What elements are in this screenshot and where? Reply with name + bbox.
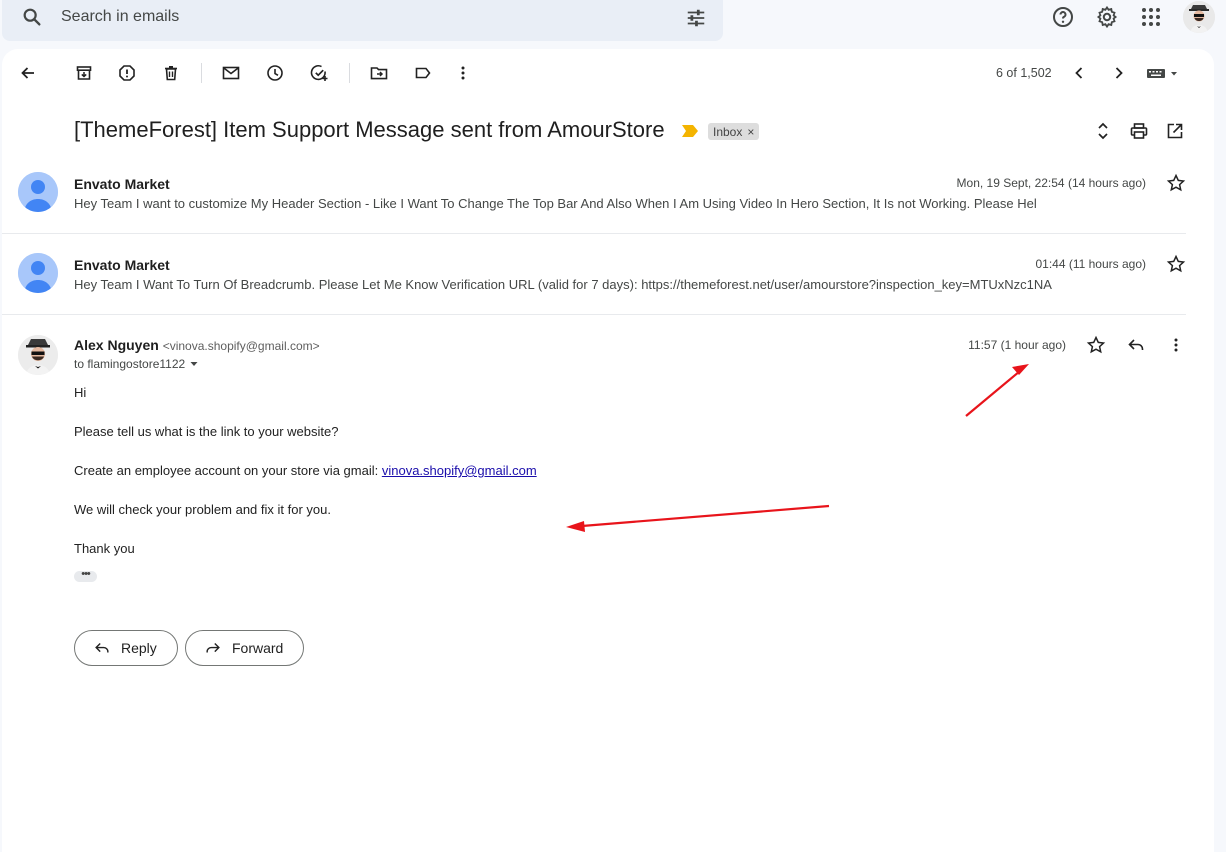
snooze-clock-icon[interactable] [265, 63, 285, 83]
archive-icon[interactable] [74, 63, 94, 83]
important-marker-icon[interactable] [682, 125, 698, 137]
forward-button[interactable]: Forward [185, 630, 305, 666]
forward-label: Forward [232, 640, 284, 656]
body-line-question: Please tell us what is the link to your … [74, 424, 339, 439]
body-line-fix: We will check your problem and fix it fo… [74, 502, 331, 517]
message-divider [2, 233, 1186, 234]
toolbar-divider [201, 63, 202, 83]
sender-avatar [18, 335, 58, 375]
sender-avatar [18, 172, 58, 212]
sender-avatar [18, 253, 58, 293]
search-bar[interactable]: Search in emails [2, 0, 723, 41]
recipient-text: to flamingostore1122 [74, 357, 186, 371]
star-icon[interactable] [1166, 254, 1186, 274]
search-input[interactable]: Search in emails [61, 8, 179, 26]
delete-trash-icon[interactable] [161, 63, 181, 83]
body-closing: Thank you [74, 541, 135, 556]
message-divider [2, 314, 1186, 315]
message-snippet: Hey Team I Want To Turn Of Breadcrumb. P… [74, 277, 1052, 292]
message-counter: 6 of 1,502 [996, 66, 1052, 80]
sender-name-text: Alex Nguyen [74, 337, 159, 353]
print-icon[interactable] [1129, 121, 1149, 141]
search-options-icon[interactable] [684, 7, 708, 29]
help-icon[interactable] [1051, 5, 1075, 29]
report-spam-icon[interactable] [117, 63, 137, 83]
label-tag-icon[interactable] [413, 63, 433, 83]
back-arrow-icon[interactable] [18, 63, 38, 83]
more-options-icon[interactable] [453, 63, 473, 83]
reply-button[interactable]: Reply [74, 630, 178, 666]
reply-icon [95, 642, 109, 653]
expand-all-icon[interactable] [1093, 121, 1113, 141]
recipients-line[interactable]: to flamingostore1122 [74, 357, 199, 371]
inbox-label-chip: Inbox × [708, 123, 760, 140]
sender-email: <vinova.shopify@gmail.com> [162, 339, 320, 353]
collapsed-message-1[interactable]: Envato Market Hey Team I want to customi… [2, 167, 1188, 233]
star-icon[interactable] [1166, 173, 1186, 193]
search-icon[interactable] [21, 6, 43, 28]
show-details-chevron-icon[interactable] [189, 359, 199, 369]
move-to-folder-icon[interactable] [369, 63, 389, 83]
star-icon[interactable] [1086, 335, 1106, 355]
apps-grid-icon[interactable] [1139, 5, 1163, 29]
settings-gear-icon[interactable] [1095, 5, 1119, 29]
remove-label-button[interactable]: × [747, 125, 754, 139]
add-to-tasks-icon[interactable] [309, 63, 329, 83]
email-link[interactable]: vinova.shopify@gmail.com [382, 463, 537, 478]
older-chevron-right-icon[interactable] [1109, 63, 1129, 83]
message-date: 11:57 (1 hour ago) [968, 338, 1066, 352]
body-line-account: Create an employee account on your store… [74, 463, 537, 478]
message-date: 01:44 (11 hours ago) [1035, 257, 1146, 271]
input-tools-keyboard-icon[interactable] [1146, 63, 1182, 83]
account-avatar[interactable] [1183, 1, 1215, 33]
inbox-label-text: Inbox [713, 124, 743, 139]
collapsed-message-2[interactable]: Envato Market Hey Team I Want To Turn Of… [2, 248, 1188, 314]
mark-unread-mail-icon[interactable] [221, 63, 241, 83]
open-in-new-window-icon[interactable] [1165, 121, 1185, 141]
toolbar-divider [349, 63, 350, 83]
body-greeting: Hi [74, 385, 87, 400]
newer-chevron-left-icon[interactable] [1069, 63, 1089, 83]
show-trimmed-content-button[interactable]: ••• [74, 569, 97, 582]
email-view-panel: 6 of 1,502 [ThemeForest] Item Support Me… [2, 49, 1214, 852]
message-more-options-icon[interactable] [1166, 335, 1186, 355]
message-snippet: Hey Team I want to customize My Header S… [74, 196, 1037, 211]
body-line-account-text: Create an employee account on your store… [74, 463, 382, 478]
sender-name: Envato Market [74, 176, 170, 192]
reply-arrow-icon[interactable] [1126, 335, 1146, 355]
email-subject: [ThemeForest] Item Support Message sent … [74, 117, 665, 142]
reply-label: Reply [121, 640, 157, 656]
forward-icon [206, 642, 220, 653]
message-date: Mon, 19 Sept, 22:54 (14 hours ago) [956, 176, 1146, 190]
sender-name: Alex Nguyen <vinova.shopify@gmail.com> [74, 337, 320, 353]
sender-name: Envato Market [74, 257, 170, 273]
